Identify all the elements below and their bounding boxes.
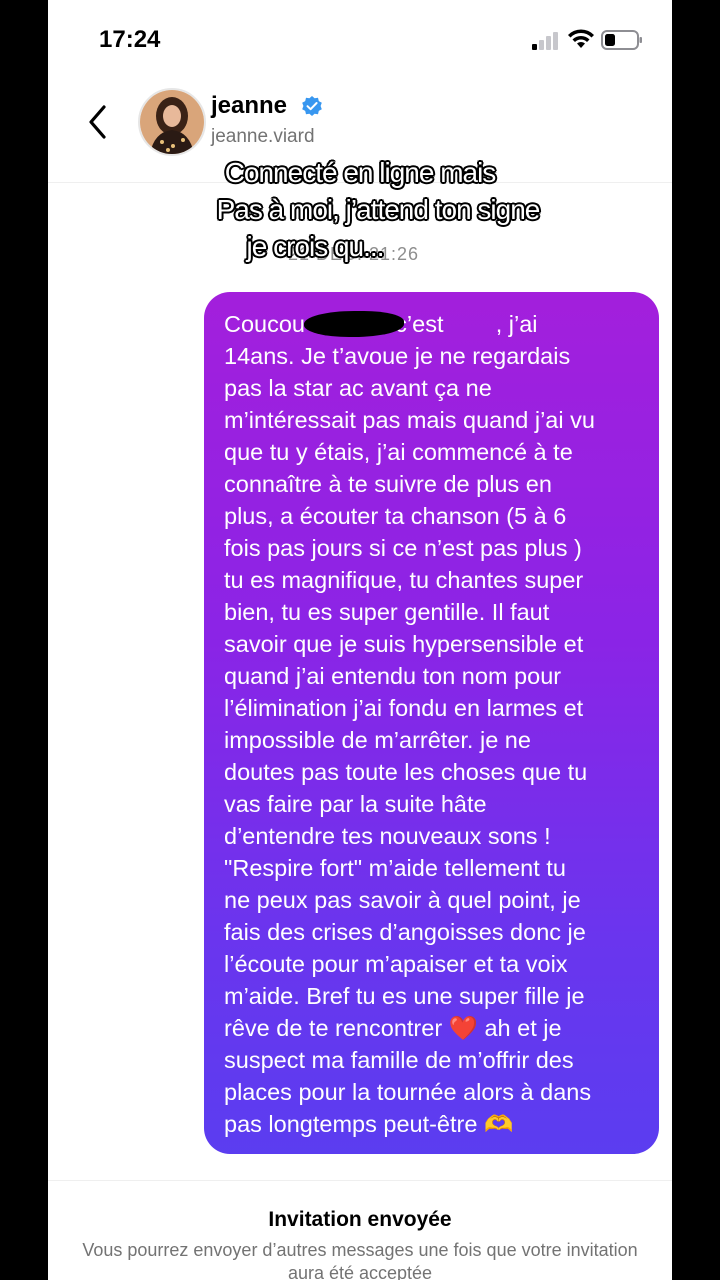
invitation-footer: Invitation envoyée Vous pourrez envoyer … bbox=[48, 1180, 672, 1280]
wifi-icon bbox=[568, 29, 594, 48]
invitation-title: Invitation envoyée bbox=[268, 1208, 452, 1231]
contact-name[interactable]: jeanne bbox=[211, 92, 287, 120]
avatar[interactable] bbox=[138, 88, 206, 156]
contact-handle[interactable]: jeanne.viard bbox=[211, 126, 315, 148]
redaction-scribble bbox=[304, 311, 404, 337]
invitation-subtitle: Vous pourrez envoyer d’autres messages u… bbox=[82, 1240, 638, 1280]
signal-icon bbox=[532, 32, 558, 50]
caption-line-3: je crois qu... bbox=[246, 231, 385, 262]
status-time: 17:24 bbox=[99, 26, 161, 53]
screen: 17:24 jeanne jeanne.viard 21 DÉC. 21:26 … bbox=[48, 0, 672, 1280]
video-caption-overlay: Connecté en ligne mais Pas à moi, j’atte… bbox=[48, 154, 672, 265]
verified-badge-icon bbox=[302, 96, 322, 116]
caption-line-1: Connecté en ligne mais bbox=[224, 157, 497, 188]
message-text: Coucou Jeanne c’est , j’ai 14ans. Je t’a… bbox=[224, 311, 595, 1137]
message-bubble[interactable]: Coucou Jeanne c’est , j’ai 14ans. Je t’a… bbox=[204, 292, 659, 1154]
chevron-left-icon[interactable] bbox=[84, 102, 114, 142]
caption-line-2: Pas à moi, j’attend ton signe bbox=[216, 194, 541, 225]
status-bar: 17:24 bbox=[48, 0, 672, 80]
battery-icon bbox=[601, 30, 642, 50]
